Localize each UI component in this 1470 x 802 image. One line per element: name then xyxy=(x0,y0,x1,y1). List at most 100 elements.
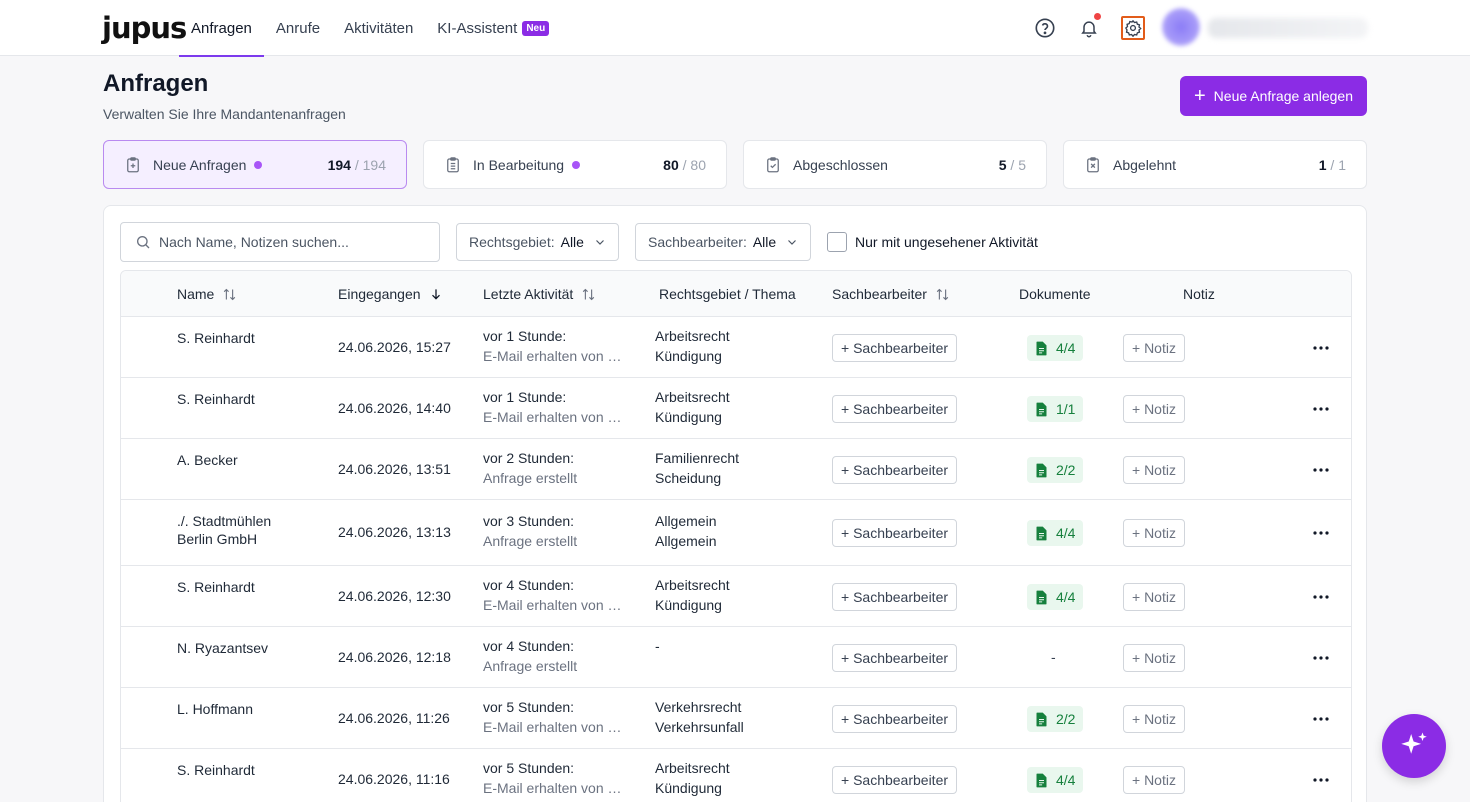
column-header-thema: Rechtsgebiet / Thema xyxy=(659,286,796,302)
last-activity: vor 2 Stunden: Anfrage erstellt xyxy=(483,448,633,488)
add-note-button[interactable]: + Notiz xyxy=(1123,456,1185,484)
column-header-eingegangen[interactable]: Eingegangen xyxy=(338,271,443,317)
nav-item-aktivitaeten[interactable]: Aktivitäten xyxy=(332,0,425,56)
card-label: Neue Anfragen xyxy=(153,156,247,173)
status-card-abgelehnt[interactable]: Abgelehnt 1 / 1 xyxy=(1063,140,1367,189)
table-row[interactable]: S. Reinhardt 24.06.2026, 11:16 vor 5 Stu… xyxy=(121,749,1351,802)
documents-count: 2/2 xyxy=(1056,462,1076,478)
requester-name: S. Reinhardt xyxy=(177,330,255,346)
legal-area: Verkehrsrecht Verkehrsunfall xyxy=(655,697,744,737)
assign-caseworker-button[interactable]: + Sachbearbeiter xyxy=(832,583,958,611)
table-row[interactable]: S. Reinhardt 24.06.2026, 15:27 vor 1 Stu… xyxy=(121,317,1351,378)
activity-time: vor 4 Stunden: xyxy=(483,577,575,593)
more-options-icon[interactable] xyxy=(1309,585,1333,609)
table-row[interactable]: N. Ryazantsev 24.06.2026, 12:18 vor 4 St… xyxy=(121,627,1351,688)
more-options-icon[interactable] xyxy=(1309,768,1333,792)
chevron-down-icon xyxy=(596,240,604,245)
more-options-icon[interactable] xyxy=(1309,458,1333,482)
documents-badge[interactable]: 2/2 xyxy=(1027,706,1084,732)
bell-icon[interactable] xyxy=(1077,13,1101,40)
legal-topic: Kündigung xyxy=(655,597,722,613)
table-row[interactable]: A. Becker 24.06.2026, 13:51 vor 2 Stunde… xyxy=(121,439,1351,500)
user-avatar[interactable] xyxy=(1162,8,1200,46)
more-options-icon[interactable] xyxy=(1309,646,1333,670)
legal-topic: Kündigung xyxy=(655,348,722,364)
nav-item-anrufe[interactable]: Anrufe xyxy=(264,0,332,56)
table-row[interactable]: S. Reinhardt 24.06.2026, 14:40 vor 1 Stu… xyxy=(121,378,1351,439)
table-row[interactable]: L. Hoffmann 24.06.2026, 11:26 vor 5 Stun… xyxy=(121,688,1351,749)
gear-icon[interactable] xyxy=(1121,16,1145,40)
legal-topic: Kündigung xyxy=(655,780,722,796)
table-row[interactable]: S. Reinhardt 24.06.2026, 12:30 vor 4 Stu… xyxy=(121,566,1351,627)
assign-caseworker-button[interactable]: + Sachbearbeiter xyxy=(832,456,958,484)
sort-icon xyxy=(224,288,236,300)
assign-caseworker-button[interactable]: + Sachbearbeiter xyxy=(832,395,958,423)
card-label: In Bearbeitung xyxy=(473,156,565,173)
column-header-name[interactable]: Name xyxy=(177,271,237,317)
last-activity: vor 1 Stunde: E-Mail erhalten von … xyxy=(483,326,633,366)
ai-assistant-fab[interactable] xyxy=(1382,714,1446,778)
requests-table: Name Eingegangen Letzte Aktivität Rechts… xyxy=(120,270,1352,802)
column-header-sachbearbeiter[interactable]: Sachbearbeiter xyxy=(832,271,950,317)
filter-value: Alle xyxy=(560,234,584,250)
app-logo[interactable]: jupus xyxy=(102,11,187,45)
card-label: Abgelehnt xyxy=(1113,156,1177,173)
documents-badge[interactable]: 4/4 xyxy=(1027,335,1084,361)
legal-area: Arbeitsrecht Kündigung xyxy=(655,575,730,615)
add-note-button[interactable]: + Notiz xyxy=(1123,766,1185,794)
rechtsgebiet-filter[interactable]: Rechtsgebiet: Alle xyxy=(456,223,619,261)
documents-badge[interactable]: 4/4 xyxy=(1027,520,1084,546)
column-header-dokumente: Dokumente xyxy=(1019,286,1091,302)
legal-area: Arbeitsrecht Kündigung xyxy=(655,326,730,366)
more-options-icon[interactable] xyxy=(1309,336,1333,360)
more-options-icon[interactable] xyxy=(1309,397,1333,421)
add-note-button[interactable]: + Notiz xyxy=(1123,705,1185,733)
add-note-button[interactable]: + Notiz xyxy=(1123,583,1185,611)
page-title: Anfragen xyxy=(103,70,209,97)
unseen-activity-checkbox[interactable] xyxy=(827,232,847,252)
status-card-abgeschlossen[interactable]: Abgeschlossen 5 / 5 xyxy=(743,140,1047,189)
legal-area-name: Familienrecht xyxy=(655,450,740,466)
add-note-button[interactable]: + Notiz xyxy=(1123,644,1185,672)
documents-badge[interactable]: 4/4 xyxy=(1027,584,1084,610)
sachbearbeiter-filter[interactable]: Sachbearbeiter: Alle xyxy=(635,223,812,261)
clipboard-x-icon xyxy=(1087,156,1099,172)
document-icon xyxy=(1036,463,1047,477)
assign-caseworker-button[interactable]: + Sachbearbeiter xyxy=(832,705,958,733)
nav-item-anfragen[interactable]: Anfragen xyxy=(179,0,264,57)
new-request-button[interactable]: + Neue Anfrage anlegen xyxy=(1180,76,1367,116)
more-options-icon[interactable] xyxy=(1309,707,1333,731)
add-note-button[interactable]: + Notiz xyxy=(1123,395,1185,423)
help-icon[interactable] xyxy=(1033,16,1057,40)
filter-label: Sachbearbeiter: xyxy=(648,234,747,250)
main-nav: Anfragen Anrufe Aktivitäten KI-Assistent… xyxy=(179,0,561,57)
activity-time: vor 5 Stunden: xyxy=(483,760,575,776)
nav-item-ki-assistent[interactable]: KI-Assistent Neu xyxy=(425,0,561,56)
assign-caseworker-button[interactable]: + Sachbearbeiter xyxy=(832,644,958,672)
table-row[interactable]: ./. Stadtmühlen Berlin GmbH 24.06.2026, … xyxy=(121,500,1351,566)
documents-badge[interactable]: 1/1 xyxy=(1027,396,1084,422)
add-note-button[interactable]: + Notiz xyxy=(1123,519,1185,547)
nav-label: Anfragen xyxy=(191,19,252,37)
card-count: 194 / 194 xyxy=(327,156,386,173)
documents-badge[interactable]: 2/2 xyxy=(1027,457,1084,483)
activity-time: vor 5 Stunden: xyxy=(483,699,575,715)
assign-caseworker-button[interactable]: + Sachbearbeiter xyxy=(832,519,958,547)
assign-caseworker-button[interactable]: + Sachbearbeiter xyxy=(832,334,958,362)
user-name-redacted[interactable] xyxy=(1208,18,1368,38)
more-options-icon[interactable] xyxy=(1309,521,1333,545)
search-input[interactable] xyxy=(159,234,429,250)
legal-topic: Verkehrsunfall xyxy=(655,719,744,735)
documents-count: 2/2 xyxy=(1056,711,1076,727)
documents-badge[interactable]: 4/4 xyxy=(1027,767,1084,793)
activity-time: vor 4 Stunden: xyxy=(483,638,575,654)
status-card-in-bearbeitung[interactable]: In Bearbeitung 80 / 80 xyxy=(423,140,727,189)
status-card-neue-anfragen[interactable]: Neue Anfragen 194 / 194 xyxy=(103,140,407,189)
assign-caseworker-button[interactable]: + Sachbearbeiter xyxy=(832,766,958,794)
last-activity: vor 4 Stunden: E-Mail erhalten von … xyxy=(483,575,633,615)
last-activity: vor 5 Stunden: E-Mail erhalten von … xyxy=(483,758,633,798)
add-note-button[interactable]: + Notiz xyxy=(1123,334,1185,362)
filter-value: Alle xyxy=(752,234,777,250)
legal-area: - xyxy=(655,636,660,656)
column-header-aktivitaet[interactable]: Letzte Aktivität xyxy=(483,271,596,317)
